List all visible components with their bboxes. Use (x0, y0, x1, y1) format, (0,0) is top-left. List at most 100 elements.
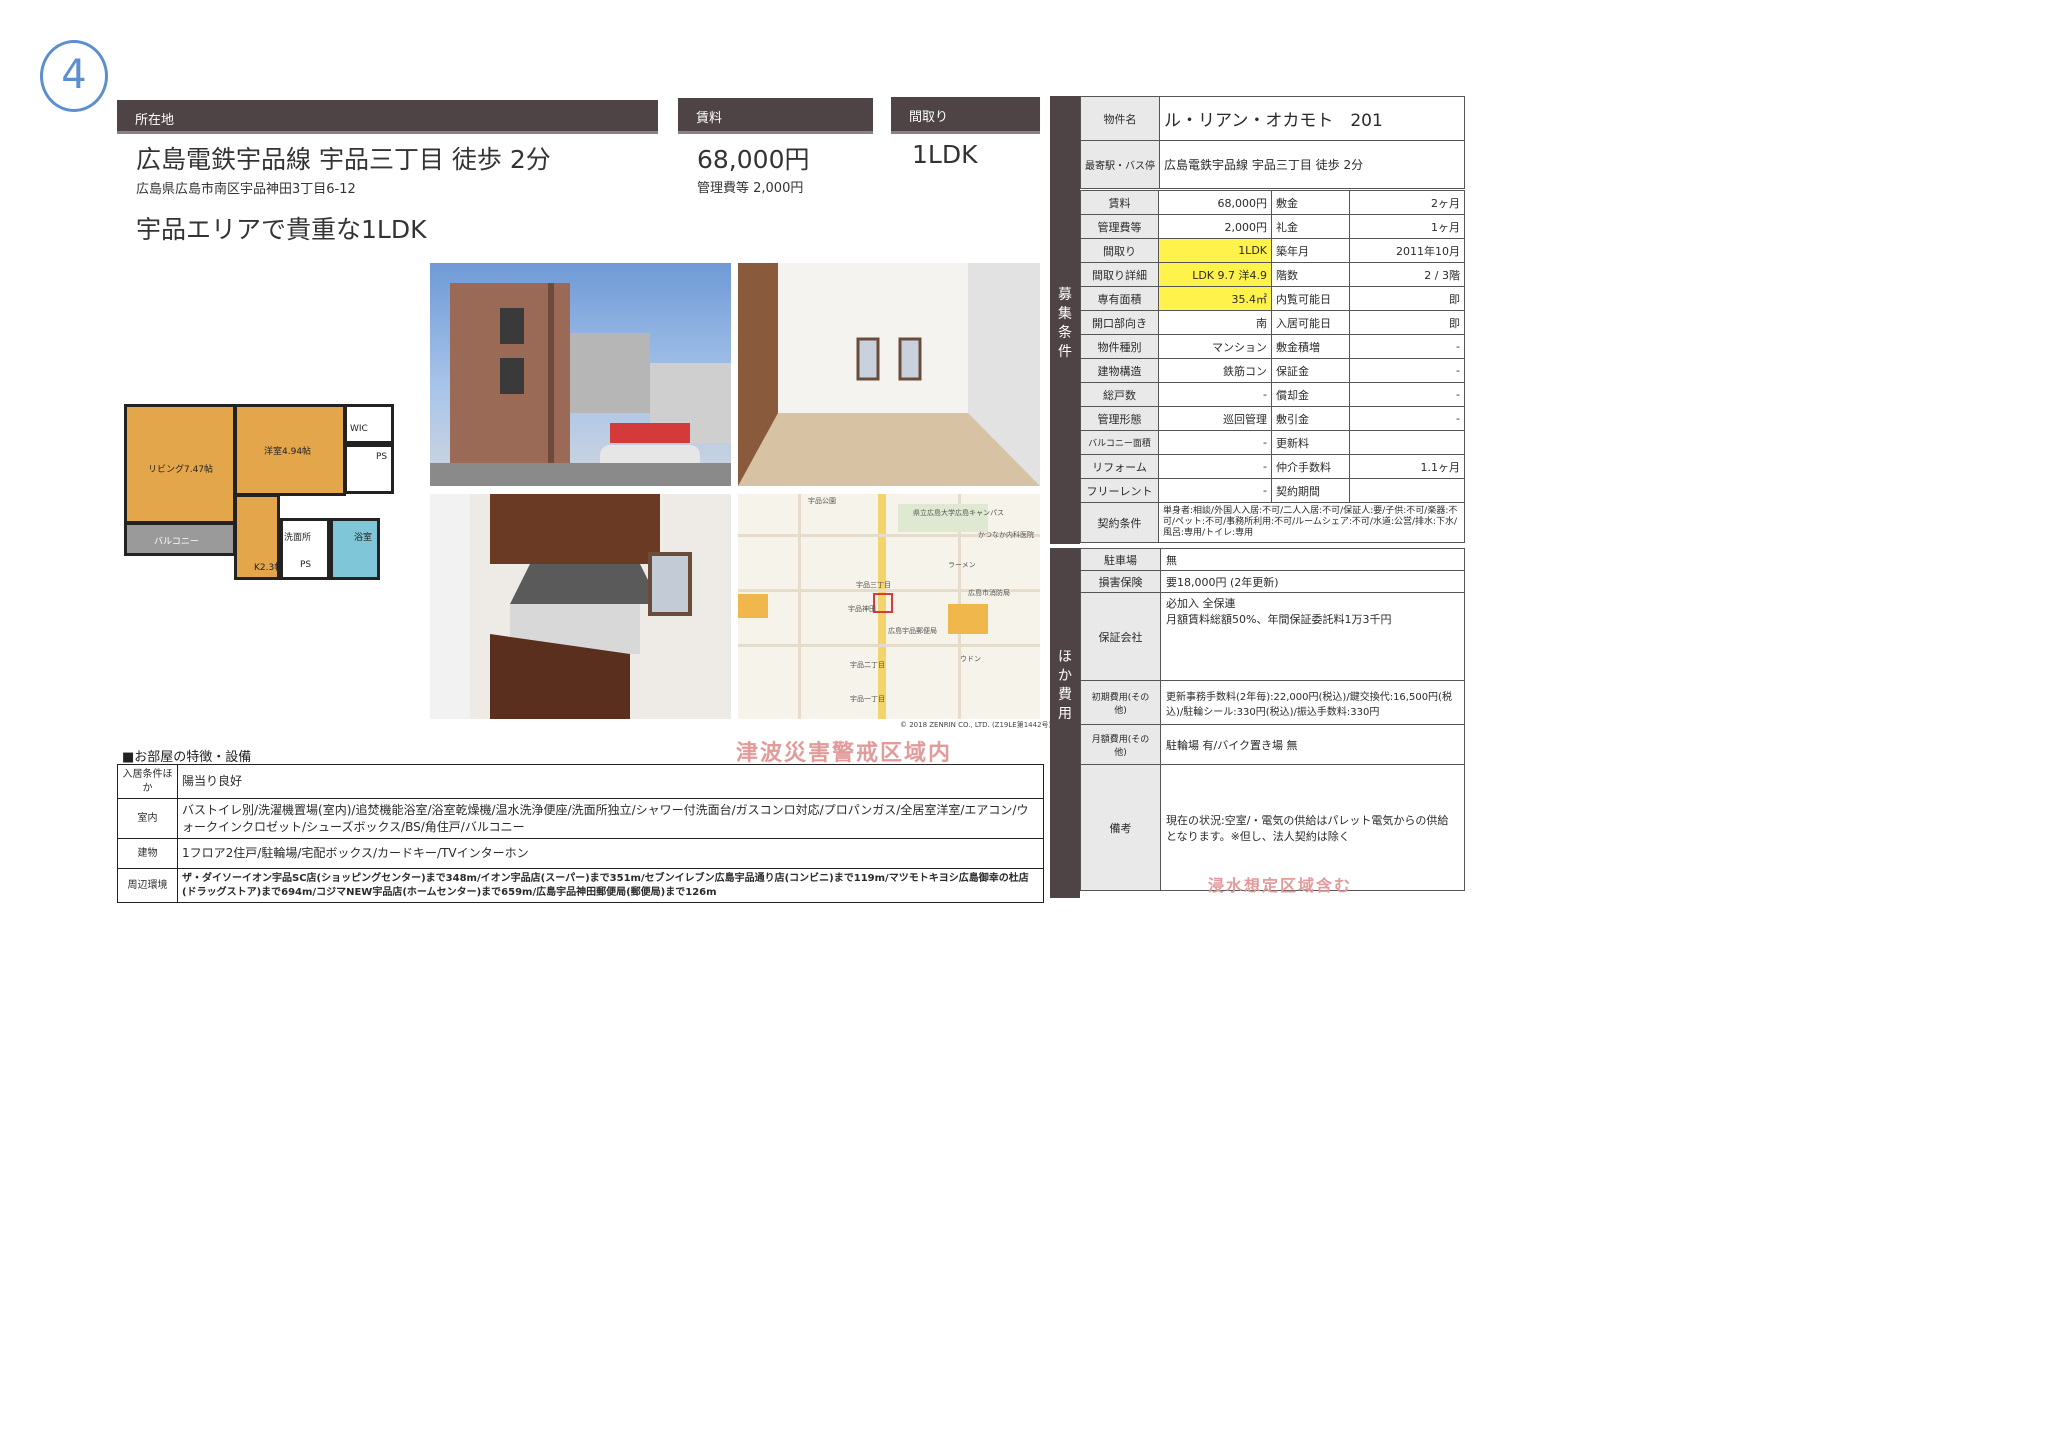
feature-value: 1フロア2住戸/駐輪場/宅配ボックス/カードキー/TVインターホン (177, 838, 1044, 869)
cond-label-2: 保証金 (1271, 358, 1350, 383)
other-costs-table: 駐車場無 損害保険 要18,000円 (2年更新) 保証会社 必加入 全保連 月額賃… (1080, 548, 1465, 891)
cond-label-2: 契約期間 (1271, 478, 1350, 503)
contract-table: 契約条件 単身者:相談/外国人入居:不可/二人入居:不可/保証人:要/子供:不可/… (1080, 502, 1465, 543)
map-label: 県立広島大学広島キャンパス (913, 509, 1004, 517)
map-label: 宇品二丁目 (850, 661, 885, 669)
cost-label: 初期費用(その他) (1080, 680, 1161, 725)
cond-value: LDK 9.7 洋4.9 (1158, 262, 1272, 287)
features-table: 入居条件ほか 陽当り良好 室内 バストイレ別/洗濯機置場(室内)/追焚機能浴室/浴室… (117, 764, 1044, 903)
cond-value: 1LDK (1158, 238, 1272, 263)
rent-header: 賃料 (678, 98, 873, 134)
cond-label-2: 敷引金 (1271, 406, 1350, 431)
property-name: ル・リアン・オカモト 201 (1159, 96, 1465, 141)
cond-value: 南 (1158, 310, 1272, 335)
cond-label-2: 仲介手数料 (1271, 454, 1350, 479)
cond-label: 管理形態 (1080, 406, 1159, 431)
washroom (280, 518, 330, 580)
ps-label: PS (376, 452, 388, 462)
cond-value: - (1158, 454, 1272, 479)
cost-value: 要18,000円 (2年更新) (1160, 570, 1465, 593)
cond-label-2: 償却金 (1271, 382, 1350, 407)
cond-label: 総戸数 (1080, 382, 1159, 407)
bathroom (330, 518, 380, 580)
cond-value-2: - (1349, 406, 1465, 431)
band-label: 募集条件 (1058, 287, 1072, 360)
map-label: ウドン (960, 655, 981, 663)
feature-label: 建物 (117, 838, 178, 869)
cost-label: 保証会社 (1080, 592, 1161, 681)
cond-value-2: 2 / 3階 (1349, 262, 1465, 287)
flood-stamp: 浸水想定区域含む (1208, 876, 1353, 895)
address: 広島県広島市南区宇品神田3丁目6-12 (136, 182, 356, 197)
rent-value: 68,000円 (697, 145, 810, 174)
location-header: 所在地 (117, 100, 658, 134)
cost-value: 無 (1160, 548, 1465, 571)
cond-label: 開口部向き (1080, 310, 1159, 335)
cond-value: 巡回管理 (1158, 406, 1272, 431)
feature-value: ザ・ダイソーイオン宇品SC店(ショッピングセンター)まで348m/イオン宇品店(… (177, 868, 1044, 903)
feature-value: 陽当り良好 (177, 764, 1044, 799)
map-label: ラーメン (948, 561, 976, 569)
hazard-stamp: 津波災害警戒区域内 (736, 741, 953, 766)
recruitment-band: 募集条件 (1050, 96, 1080, 544)
feature-label: 室内 (117, 798, 178, 839)
cond-label-2: 更新料 (1271, 430, 1350, 455)
cond-value-2 (1349, 430, 1465, 455)
cond-value: 2,000円 (1158, 214, 1272, 239)
cond-value: - (1158, 430, 1272, 455)
ps-label-2: PS (300, 560, 312, 570)
balcony-label: バルコニー (154, 537, 199, 547)
layout-value: 1LDK (912, 140, 978, 169)
cond-value-2: - (1349, 382, 1465, 407)
bedroom-label: 洋室4.94帖 (264, 447, 312, 457)
station-value: 広島電鉄宇品線 宇品三丁目 徒歩 2分 (1159, 140, 1465, 189)
cond-value-2: 2011年10月 (1349, 238, 1465, 263)
cond-label: 専有面積 (1080, 286, 1159, 311)
management-fee: 管理費等 2,000円 (697, 181, 804, 196)
property-name-table: 物件名 ル・リアン・オカモト 201 最寄駅・バス停 広島電鉄宇品線 宇品三丁目 徒… (1080, 96, 1465, 189)
cond-label-2: 内覧可能日 (1271, 286, 1350, 311)
kitchen-label: K2.3帖 (254, 563, 284, 573)
cost-value: 必加入 全保連 月額賃料総額50%、年間保証委託料1万3千円 (1160, 592, 1465, 681)
map-label: 宇品神田 (848, 605, 876, 613)
feature-value: バストイレ別/洗濯機置場(室内)/追焚機能浴室/浴室乾燥機/温水洗浄便座/洗面所… (177, 798, 1044, 839)
washroom-label: 洗面所 (284, 533, 312, 543)
cond-value-2: - (1349, 358, 1465, 383)
features-title: ■お部屋の特徴・設備 (122, 750, 252, 765)
cond-value-2: 即 (1349, 310, 1465, 335)
area-map: 宇品公園 県立広島大学広島キャンパス かつなか内科医院 ラーメン 広島市消防局 … (738, 494, 1040, 719)
map-copyright: © 2018 ZENRIN CO., LTD. (Z19LE第1442号) (900, 721, 1052, 729)
station-access: 広島電鉄宇品線 宇品三丁目 徒歩 2分 (136, 145, 551, 174)
cond-label: バルコニー面積 (1080, 430, 1159, 455)
cond-value: 35.4㎡ (1158, 286, 1272, 311)
cond-label: 物件種別 (1080, 334, 1159, 359)
conditions-table: 賃料 68,000円 敷金 2ヶ月 管理費等 2,000円 礼金 1ヶ月 間取り 1LDK 築年月 2… (1080, 190, 1465, 503)
kitchen-photo (430, 494, 731, 719)
cond-value-2 (1349, 478, 1465, 503)
cond-value: - (1158, 478, 1272, 503)
cond-value-2: - (1349, 334, 1465, 359)
other-costs-band: ほか費用 (1050, 548, 1080, 898)
cond-value-2: 即 (1349, 286, 1465, 311)
map-label: 広島宇品郵便局 (888, 627, 937, 635)
cost-label: 月額費用(その他) (1080, 724, 1161, 765)
cond-label-2: 敷金積増 (1271, 334, 1350, 359)
map-label: 宇品三丁目 (856, 581, 891, 589)
cond-label-2: 入居可能日 (1271, 310, 1350, 335)
page-number-marker: 4 (40, 40, 108, 112)
cond-label: 間取り (1080, 238, 1159, 263)
wic-label: WIC (350, 424, 368, 434)
feature-label: 入居条件ほか (117, 764, 178, 799)
catch-copy: 宇品エリアで貴重な1LDK (136, 215, 427, 244)
floor-plan: リビング7.47帖 洋室4.94帖 WIC PS バルコニー 洗面所 浴室 K2… (124, 404, 396, 580)
cost-value: 更新事務手数料(2年毎):22,000円(税込)/鍵交換代:16,500円(税込… (1160, 680, 1465, 725)
cond-label: 賃料 (1080, 190, 1159, 215)
cond-value: - (1158, 382, 1272, 407)
cond-label: 間取り詳細 (1080, 262, 1159, 287)
cost-label: 駐車場 (1080, 548, 1161, 571)
map-label: かつなか内科医院 (978, 531, 1034, 539)
layout-header: 間取り (891, 97, 1040, 134)
cond-label: 建物構造 (1080, 358, 1159, 383)
cond-label: 管理費等 (1080, 214, 1159, 239)
cond-label-2: 敷金 (1271, 190, 1350, 215)
